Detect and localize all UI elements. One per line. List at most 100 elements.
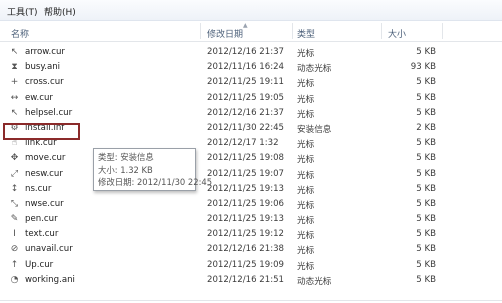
ew-cursor-icon: ↔ xyxy=(10,92,19,103)
divider xyxy=(0,300,502,301)
file-type: 动态光标 xyxy=(297,276,332,287)
file-type: 光标 xyxy=(297,140,315,151)
file-date: 2012/11/25 19:07 xyxy=(207,168,285,179)
file-list: ↖ arrow.cur 2012/12/16 21:37 光标 5 KB ⧗ busy.an… xyxy=(0,46,502,289)
file-name: ns.cur xyxy=(25,183,52,194)
file-type: 光标 xyxy=(297,49,315,59)
file-size: 5 KB xyxy=(416,229,436,240)
file-date: 2012/11/25 19:12 xyxy=(207,229,285,240)
file-date: 2012/11/25 19:13 xyxy=(207,183,285,194)
file-size: 5 KB xyxy=(416,138,436,149)
column-header-date[interactable]: 修改日期 xyxy=(207,27,243,40)
file-size: 5 KB xyxy=(416,107,436,118)
file-name: nwse.cur xyxy=(25,198,64,209)
file-name: nesw.cur xyxy=(25,168,63,179)
file-type: 光标 xyxy=(297,109,315,120)
up-cursor-icon: ↑ xyxy=(10,259,19,270)
file-size: 5 KB xyxy=(416,47,436,57)
move-cursor-icon: ✥ xyxy=(10,153,19,164)
file-date: 2012/12/16 21:51 xyxy=(207,274,285,285)
file-row[interactable]: Itext.cur 2012/11/25 19:12 光标 5 KB xyxy=(0,228,502,243)
file-date: 2012/12/16 21:37 xyxy=(207,47,285,57)
file-type: 光标 xyxy=(297,200,315,211)
file-date: 2012/12/17 1:32 xyxy=(207,138,279,149)
tooltip-date: 修改日期: 2012/11/30 22:45 xyxy=(98,177,213,187)
file-type: 安装信息 xyxy=(297,124,332,135)
file-date: 2012/11/25 19:11 xyxy=(207,77,285,88)
tooltip-size: 大小: 1.32 KB xyxy=(98,164,153,175)
cross-cursor-icon: + xyxy=(10,77,19,88)
text-cursor-icon: I xyxy=(13,229,16,240)
column-divider[interactable] xyxy=(200,23,201,39)
file-date: 2012/12/16 21:38 xyxy=(207,244,285,255)
menu-bar: 工具(T) 帮助(H) xyxy=(0,0,502,21)
file-size: 5 KB xyxy=(416,153,436,164)
file-size: 5 KB xyxy=(416,244,436,255)
nwse-cursor-icon: ⤡ xyxy=(10,198,19,209)
file-size: 5 KB xyxy=(416,183,436,194)
file-name: move.cur xyxy=(25,153,66,164)
menu-tools[interactable]: 工具(T) xyxy=(7,5,38,18)
file-type: 光标 xyxy=(297,94,315,105)
column-header-type[interactable]: 类型 xyxy=(297,27,315,40)
file-row[interactable]: ↖ helpsel.cur 2012/12/16 21:37 光标 5 KB xyxy=(0,107,502,122)
sort-indicator-icon: ▲ xyxy=(243,22,248,29)
file-row[interactable]: ✎ pen.cur 2012/11/25 19:13 光标 5 KB xyxy=(0,213,502,228)
pen-cursor-icon: ✎ xyxy=(10,214,19,225)
file-size: 5 KB xyxy=(416,259,436,270)
nesw-cursor-icon: ⤢ xyxy=(10,168,19,179)
file-date: 2012/11/25 19:08 xyxy=(207,153,285,164)
file-row[interactable]: ↑ Up.cur 2012/11/25 19:09 光标 5 KB xyxy=(0,259,502,274)
file-name: text.cur xyxy=(25,229,59,240)
file-row[interactable]: ↖ arrow.cur 2012/12/16 21:37 光标 5 KB xyxy=(0,46,502,61)
tooltip-type: 类型: 安装信息 xyxy=(98,152,154,162)
file-type: 光标 xyxy=(297,170,315,181)
file-date: 2012/11/25 19:05 xyxy=(207,92,285,103)
file-type: 光标 xyxy=(297,246,315,257)
file-name: Up.cur xyxy=(25,259,54,270)
file-row[interactable]: ↔ ew.cur 2012/11/25 19:05 光标 5 KB xyxy=(0,92,502,107)
menu-help[interactable]: 帮助(H) xyxy=(44,5,76,18)
column-header-row: 名称 ▲ 修改日期 类型 大小 xyxy=(0,21,502,42)
file-name: cross.cur xyxy=(25,77,64,88)
file-type: 光标 xyxy=(297,79,315,90)
file-type: 光标 xyxy=(297,185,315,196)
file-date: 2012/11/30 22:45 xyxy=(207,122,285,133)
file-row[interactable]: ⊘ unavail.cur 2012/12/16 21:38 光标 5 KB xyxy=(0,243,502,258)
file-name: arrow.cur xyxy=(25,47,65,57)
column-divider[interactable] xyxy=(381,23,382,39)
file-row[interactable]: ⤡ nwse.cur 2012/11/25 19:06 光标 5 KB xyxy=(0,198,502,213)
file-row[interactable]: ⧗ busy.ani 2012/11/16 16:24 动态光标 93 KB xyxy=(0,61,502,76)
helpsel-cursor-icon: ↖ xyxy=(10,107,19,118)
file-row[interactable]: ↕ ns.cur 2012/11/25 19:13 光标 5 KB xyxy=(0,183,502,198)
file-row[interactable]: ⤢ nesw.cur 2012/11/25 19:07 光标 5 KB xyxy=(0,168,502,183)
file-date: 2012/11/25 19:06 xyxy=(207,198,285,209)
arrow-cursor-icon: ↖ xyxy=(10,47,19,57)
file-name: busy.ani xyxy=(25,62,61,73)
file-size: 5 KB xyxy=(416,77,436,88)
file-name: pen.cur xyxy=(25,214,58,225)
unavail-cursor-icon: ⊘ xyxy=(10,244,19,255)
file-size: 5 KB xyxy=(416,214,436,225)
file-row[interactable]: + cross.cur 2012/11/25 19:11 光标 5 KB xyxy=(0,76,502,91)
column-divider[interactable] xyxy=(442,23,443,39)
file-size: 5 KB xyxy=(416,274,436,285)
file-date: 2012/11/16 16:24 xyxy=(207,62,285,73)
file-tooltip: 类型: 安装信息 大小: 1.32 KB 修改日期: 2012/11/30 22… xyxy=(93,148,213,191)
file-date: 2012/11/25 19:09 xyxy=(207,259,285,270)
file-size: 93 KB xyxy=(410,62,436,73)
file-type: 光标 xyxy=(297,216,315,227)
column-header-name[interactable]: 名称 xyxy=(11,27,29,40)
file-size: 2 KB xyxy=(416,122,436,133)
file-row[interactable]: ◔ working.ani 2012/12/16 21:51 动态光标 5 KB xyxy=(0,274,502,289)
file-type: 光标 xyxy=(297,231,315,242)
file-name: helpsel.cur xyxy=(25,107,73,118)
column-header-size[interactable]: 大小 xyxy=(388,27,406,40)
file-size: 5 KB xyxy=(416,198,436,209)
file-date: 2012/12/16 21:37 xyxy=(207,107,285,118)
file-size: 5 KB xyxy=(416,92,436,103)
file-row[interactable]: ✥ move.cur 2012/11/25 19:08 光标 5 KB xyxy=(0,152,502,167)
file-name: unavail.cur xyxy=(25,244,73,255)
file-type: 动态光标 xyxy=(297,64,332,75)
column-divider[interactable] xyxy=(292,23,293,39)
